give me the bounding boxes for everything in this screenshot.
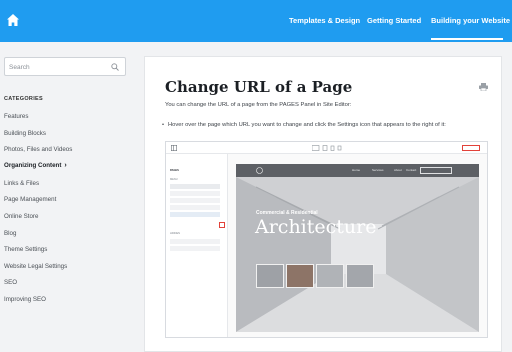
hidden-label: HIDDEN <box>170 232 180 235</box>
search-input[interactable] <box>9 61 105 73</box>
sidebar-item-improving-seo[interactable]: Improving SEO <box>4 296 46 303</box>
sidebar-item-label: Organizing Content <box>4 162 62 169</box>
device-preview-icons <box>312 145 342 151</box>
sidebar-item-seo[interactable]: SEO <box>4 279 17 286</box>
print-icon[interactable] <box>479 83 488 91</box>
search-box <box>4 57 126 76</box>
hero-title: Architecture <box>255 216 377 238</box>
editor-screenshot: PAGES MENU HIDDEN Home Services About Co… <box>165 141 488 338</box>
nav-templates-design[interactable]: Templates & Design <box>289 16 360 25</box>
article-intro: You can change the URL of a page from th… <box>165 102 352 108</box>
article-bullet: Hover over the page which URL you want t… <box>162 122 446 128</box>
active-nav-indicator <box>431 38 503 40</box>
panel-toggle-icon <box>171 145 177 151</box>
sidebar-item-online-store[interactable]: Online Store <box>4 213 38 220</box>
sidebar-item-website-legal-settings[interactable]: Website Legal Settings <box>4 263 67 270</box>
page-row <box>170 246 220 251</box>
pages-panel: PAGES MENU HIDDEN <box>166 154 228 337</box>
page-row <box>170 184 220 189</box>
gallery-image <box>286 264 314 288</box>
sidebar-item-photos-files-videos[interactable]: Photos, Files and Videos <box>4 146 72 153</box>
sidebar-item-organizing-content[interactable]: Organizing Content › <box>4 162 67 169</box>
site-cta-button <box>420 167 452 174</box>
page-row <box>170 239 220 244</box>
top-navigation-bar: Templates & Design Getting Started Build… <box>0 0 512 42</box>
page-row <box>170 205 220 210</box>
nav-building-your-website[interactable]: Building your Website <box>431 16 510 25</box>
sidebar-item-features[interactable]: Features <box>4 113 28 120</box>
chevron-right-icon: › <box>64 162 67 169</box>
home-icon[interactable] <box>6 13 20 27</box>
architecture-background-image <box>236 164 479 332</box>
page-row <box>170 198 220 203</box>
page-title: Change URL of a Page <box>165 78 353 96</box>
publish-button <box>462 145 480 151</box>
site-nav-services: Services <box>372 168 384 172</box>
sidebar-item-page-management[interactable]: Page Management <box>4 196 56 203</box>
page-row-hovered <box>170 212 220 217</box>
site-nav-about: About <box>394 168 402 172</box>
pages-panel-title: PAGES <box>170 169 179 172</box>
sidebar-item-links-files[interactable]: Links & Files <box>4 180 39 187</box>
search-icon[interactable] <box>111 63 119 71</box>
logo-icon <box>256 167 263 174</box>
gear-icon <box>219 222 225 228</box>
editor-toolbar <box>166 142 487 154</box>
site-preview: Home Services About Contact Commercial &… <box>236 164 479 332</box>
sidebar-item-building-blocks[interactable]: Building Blocks <box>4 130 46 137</box>
sidebar-item-blog[interactable]: Blog <box>4 230 16 237</box>
menu-label: MENU <box>170 178 178 181</box>
gallery-image <box>316 264 344 288</box>
gallery-image <box>256 264 284 288</box>
categories-heading: CATEGORIES <box>4 96 43 102</box>
page-row <box>170 191 220 196</box>
gallery-image <box>346 264 374 288</box>
site-nav-home: Home <box>352 168 361 172</box>
sidebar-item-theme-settings[interactable]: Theme Settings <box>4 246 47 253</box>
nav-getting-started[interactable]: Getting Started <box>367 16 421 25</box>
site-nav-contact: Contact <box>406 168 417 172</box>
